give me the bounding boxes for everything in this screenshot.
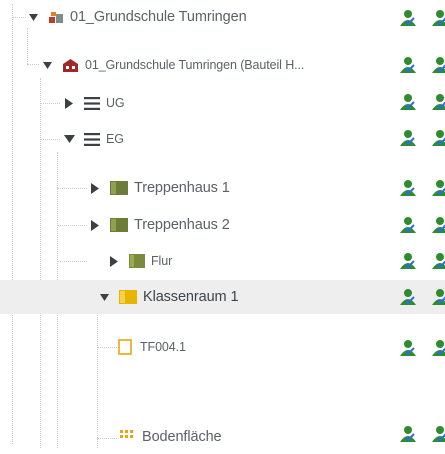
status-person-icon[interactable] (430, 251, 445, 271)
status-person-icon[interactable] (398, 338, 418, 358)
tree-node-label: Treppenhaus 1 (134, 180, 230, 196)
status-person-icon[interactable] (430, 92, 445, 112)
tree-node-label: Flur (151, 254, 173, 268)
room-icon (119, 290, 137, 304)
object-tree: 01_Grundschule Tumringen 01_Grundschule … (0, 0, 445, 448)
site-icon (48, 9, 64, 25)
tree-row[interactable]: Treppenhaus 2 (0, 208, 445, 242)
status-person-icon[interactable] (398, 178, 418, 198)
collapse-arrow-icon[interactable] (26, 10, 40, 24)
room-icon (129, 254, 145, 268)
floor-icon (84, 96, 100, 110)
tree-row[interactable]: Treppenhaus 1 (0, 171, 445, 205)
tree-row[interactable]: 01_Grundschule Tumringen (0, 0, 445, 34)
tree-row-selected[interactable]: Klassenraum 1 (0, 280, 445, 314)
status-person-icon[interactable] (430, 338, 445, 358)
tree-row[interactable]: TF004.1 (0, 330, 445, 364)
status-person-icon[interactable] (430, 128, 445, 148)
status-person-icon[interactable] (430, 424, 445, 444)
floor-area-icon (120, 430, 136, 444)
status-person-icon[interactable] (398, 215, 418, 235)
tree-node-label: Treppenhaus 2 (134, 217, 230, 233)
tree-row[interactable]: EG (0, 122, 445, 156)
status-person-icon[interactable] (430, 55, 445, 75)
door-icon (118, 339, 132, 355)
building-icon (62, 58, 79, 73)
tree-node-label: 01_Grundschule Tumringen (70, 9, 247, 25)
tree-row[interactable]: 01_Grundschule Tumringen (Bauteil H... (0, 48, 445, 82)
room-icon (110, 181, 128, 195)
status-person-icon[interactable] (430, 178, 445, 198)
tree-row[interactable]: UG (0, 86, 445, 120)
collapse-arrow-icon[interactable] (62, 132, 76, 146)
expand-arrow-icon[interactable] (88, 218, 102, 232)
collapse-arrow-icon[interactable] (40, 58, 54, 72)
status-person-icon[interactable] (398, 8, 418, 28)
collapse-arrow-icon[interactable] (97, 290, 111, 304)
expand-arrow-icon[interactable] (62, 96, 76, 110)
status-person-icon[interactable] (398, 251, 418, 271)
tree-node-label: Klassenraum 1 (143, 289, 239, 305)
status-person-icon[interactable] (430, 215, 445, 235)
tree-node-label: Bodenfläche (142, 429, 222, 445)
tree-node-label: EG (106, 132, 124, 146)
tree-row[interactable]: Bodenfläche (0, 420, 445, 454)
status-person-icon[interactable] (398, 424, 418, 444)
tree-node-label: UG (106, 96, 125, 110)
status-person-icon[interactable] (398, 55, 418, 75)
expand-arrow-icon[interactable] (107, 254, 121, 268)
tree-node-label: 01_Grundschule Tumringen (Bauteil H... (85, 58, 305, 72)
floor-icon (84, 132, 100, 146)
status-person-icon[interactable] (430, 8, 445, 28)
room-icon (110, 218, 128, 232)
status-person-icon[interactable] (430, 287, 445, 307)
tree-node-label: TF004.1 (140, 340, 186, 354)
status-person-icon[interactable] (398, 128, 418, 148)
tree-row[interactable]: Flur (0, 244, 445, 278)
expand-arrow-icon[interactable] (88, 181, 102, 195)
status-person-icon[interactable] (398, 287, 418, 307)
status-person-icon[interactable] (398, 92, 418, 112)
